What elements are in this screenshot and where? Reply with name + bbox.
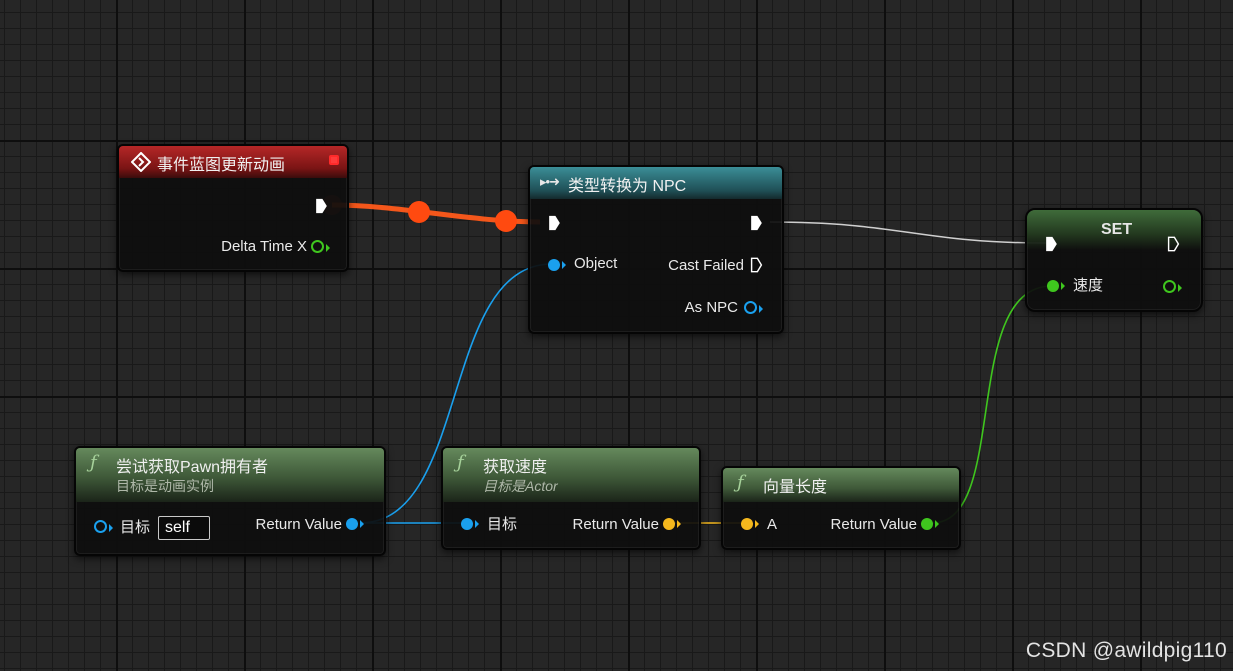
- vector-length-node-title: 向量长度: [763, 479, 828, 496]
- a-pin-row: A: [767, 514, 777, 536]
- target-pin-label: 目标: [120, 519, 151, 536]
- exec-wire-bubble: [495, 210, 517, 232]
- function-icon: ƒ: [90, 452, 97, 473]
- wire-layer: [322, 195, 1053, 524]
- cast-to-npc-node[interactable]: ▸•➜ 类型转换为 NPC Object Cast Failed As NPC: [528, 165, 784, 334]
- a-pin-label: A: [767, 516, 778, 533]
- exec-out-pin[interactable]: [315, 198, 328, 214]
- target-pin-row: 目标: [120, 517, 150, 539]
- get-velocity-node-title: 获取速度: [483, 459, 548, 476]
- pin-arrow-icon: [326, 244, 330, 252]
- function-icon: ƒ: [737, 472, 744, 493]
- pin-arrow-icon: [562, 261, 566, 269]
- cast-arrows-icon: ▸•➜: [540, 174, 560, 189]
- get-owner-node-header: ƒ 尝试获取Pawn拥有者 目标是动画实例: [76, 448, 384, 502]
- pin-arrow-icon: [1178, 284, 1182, 292]
- return-value-pin-row: Return Value: [256, 514, 342, 536]
- object-pin-row: Object: [574, 253, 617, 275]
- cast-failed-exec-pin[interactable]: [750, 257, 763, 273]
- object-in-pin[interactable]: [461, 518, 473, 530]
- return-value-label: Return Value: [830, 516, 917, 533]
- get-owner-node-title: 尝试获取Pawn拥有者: [116, 459, 269, 476]
- delta-time-label: Delta Time X: [221, 238, 307, 255]
- float-out-pin[interactable]: [1163, 280, 1176, 293]
- cast-failed-pin-row: Cast Failed: [668, 255, 744, 277]
- float-out-pin[interactable]: [921, 518, 933, 530]
- pin-arrow-icon: [109, 524, 113, 532]
- cast-failed-label: Cast Failed: [668, 257, 744, 274]
- vector-length-node-header: ƒ 向量长度: [723, 468, 959, 502]
- exec-out-pin[interactable]: [1167, 236, 1180, 252]
- return-value-label: Return Value: [572, 516, 659, 533]
- pin-arrow-icon: [677, 520, 681, 528]
- return-value-pin-row: Return Value: [831, 514, 917, 536]
- speed-pin-label: 速度: [1073, 277, 1104, 294]
- object-pin-label: Object: [574, 255, 618, 272]
- float-in-pin[interactable]: [1047, 280, 1059, 292]
- exec-in-pin[interactable]: [548, 215, 561, 231]
- exec-wire-bubble: [408, 201, 430, 223]
- as-npc-pin-row: As NPC: [685, 297, 738, 319]
- get-velocity-node-subtitle: 目标是Actor: [483, 478, 558, 494]
- target-pin-row: 目标: [487, 514, 517, 536]
- pin-arrow-icon: [755, 520, 759, 528]
- return-value-label: Return Value: [255, 516, 342, 533]
- pin-arrow-icon: [360, 520, 364, 528]
- set-node-title: SET: [1101, 221, 1133, 238]
- try-get-pawn-owner-node[interactable]: ƒ 尝试获取Pawn拥有者 目标是动画实例 目标 self Return Val…: [74, 446, 386, 556]
- exec-wire-cast-to-set: [769, 221, 1047, 244]
- as-npc-label: As NPC: [684, 299, 738, 316]
- get-owner-node-subtitle: 目标是动画实例: [116, 478, 214, 494]
- pin-arrow-icon: [475, 520, 479, 528]
- object-in-pin[interactable]: [94, 520, 107, 533]
- float-out-pin[interactable]: [311, 240, 324, 253]
- function-icon: ƒ: [457, 452, 464, 473]
- object-in-pin[interactable]: [548, 259, 560, 271]
- set-variable-node[interactable]: SET 速度: [1025, 208, 1203, 312]
- stop-square-icon[interactable]: [329, 155, 339, 165]
- pin-arrow-icon: [1061, 282, 1065, 290]
- return-value-pin-row: Return Value: [573, 514, 659, 536]
- vector-out-pin[interactable]: [663, 518, 675, 530]
- target-self-field[interactable]: self: [158, 516, 210, 540]
- vector-length-node[interactable]: ƒ 向量长度 A Return Value: [721, 466, 961, 550]
- object-out-pin[interactable]: [744, 301, 757, 314]
- event-node-header: 事件蓝图更新动画: [119, 146, 347, 178]
- exec-out-pin[interactable]: [750, 215, 763, 231]
- event-node-blueprint-update-animation[interactable]: 事件蓝图更新动画 Delta Time X: [117, 144, 349, 272]
- vector-in-pin[interactable]: [741, 518, 753, 530]
- get-velocity-node[interactable]: ƒ 获取速度 目标是Actor 目标 Return Value: [441, 446, 701, 550]
- delta-time-pin-row: Delta Time X: [221, 236, 307, 258]
- object-out-pin[interactable]: [346, 518, 358, 530]
- exec-in-pin[interactable]: [1045, 236, 1058, 252]
- pin-arrow-icon: [759, 305, 763, 313]
- cast-node-title: 类型转换为 NPC: [568, 178, 687, 195]
- csdn-watermark: CSDN @awildpig110: [1025, 639, 1227, 662]
- target-pin-label: 目标: [487, 516, 518, 533]
- speed-pin-row: 速度: [1073, 275, 1103, 297]
- pin-arrow-icon: [935, 520, 939, 528]
- cast-node-header: ▸•➜ 类型转换为 NPC: [530, 167, 782, 199]
- event-node-title: 事件蓝图更新动画: [157, 157, 286, 174]
- get-velocity-node-header: ƒ 获取速度 目标是Actor: [443, 448, 699, 502]
- event-diamond-icon: [131, 152, 151, 172]
